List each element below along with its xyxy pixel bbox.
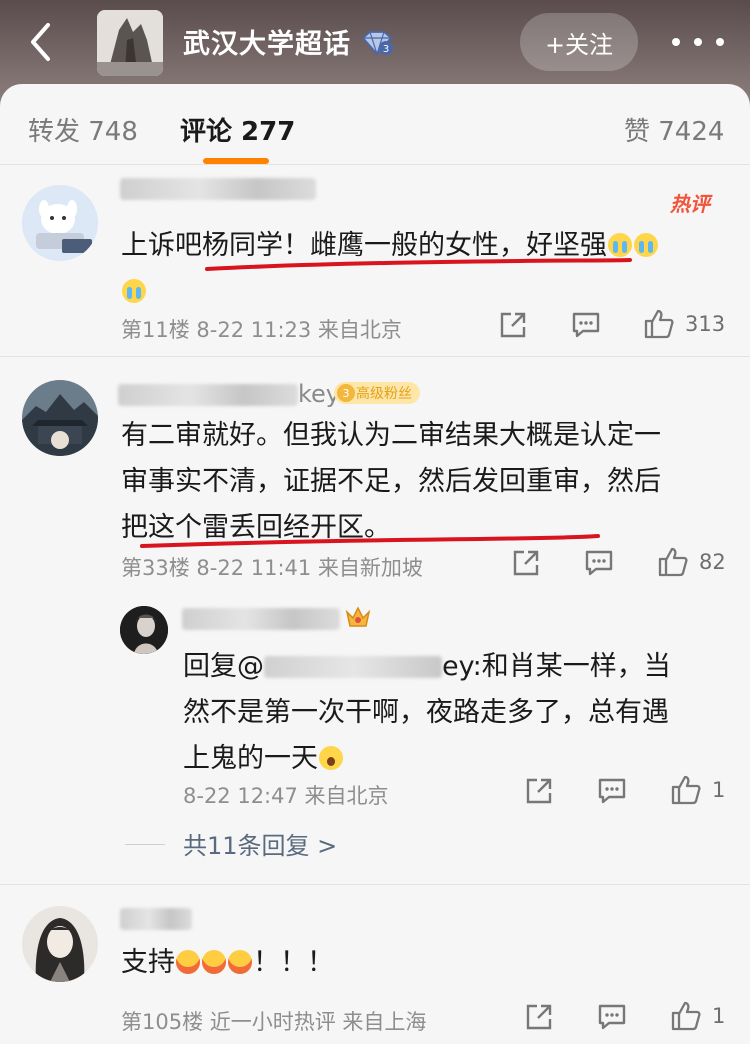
share-icon[interactable] bbox=[511, 548, 541, 578]
username-redacted[interactable] bbox=[120, 908, 192, 930]
tab-reposts[interactable]: 转发 748 bbox=[28, 111, 138, 148]
replies-divider-dash bbox=[125, 844, 165, 845]
like-count: 1 bbox=[712, 1004, 726, 1028]
username-redacted[interactable] bbox=[182, 608, 340, 630]
like-count: 313 bbox=[685, 312, 726, 336]
divider bbox=[0, 164, 750, 165]
thumbs-up-icon bbox=[671, 775, 701, 805]
crown-badge-icon bbox=[344, 604, 372, 630]
mention-redacted[interactable] bbox=[264, 656, 442, 678]
comment-text: 上诉吧杨同学！雌鹰一般的女性，好坚强 bbox=[121, 223, 721, 315]
thumbs-up-icon bbox=[644, 309, 674, 339]
tab-bar: 转发 748 评论 277 赞 7424 bbox=[0, 84, 750, 164]
tab-comments[interactable]: 评论 277 bbox=[180, 111, 295, 148]
share-icon[interactable] bbox=[524, 1002, 554, 1032]
comment-icon[interactable] bbox=[597, 1003, 627, 1031]
reply-text-line: 然不是第一次干啊，夜路走多了，总有遇 bbox=[183, 697, 669, 728]
comment-meta: 第105楼 近一小时热评 来自上海 bbox=[121, 1010, 427, 1034]
share-icon[interactable] bbox=[524, 776, 554, 806]
crying-emoji-icon bbox=[608, 233, 632, 257]
like-button[interactable]: 1 bbox=[670, 1000, 725, 1032]
comment-text-line: 上诉吧杨同学！雌鹰一般的女性，好坚强 bbox=[121, 230, 607, 261]
reply-text: 回复@ ey:和肖某一样，当 然不是第一次干啊，夜路走多了，总有遇 上鬼的一天 bbox=[183, 644, 731, 782]
crying-emoji-icon bbox=[122, 279, 146, 303]
like-button[interactable]: 313 bbox=[643, 308, 725, 340]
like-count: 82 bbox=[699, 550, 726, 574]
vip-diamond-icon: 3 bbox=[360, 30, 394, 56]
reply-text-segment: :和肖某一样，当 bbox=[472, 651, 671, 682]
avatar[interactable] bbox=[120, 606, 168, 654]
comment-text-segment: 支持 bbox=[121, 947, 175, 978]
more-options-icon[interactable] bbox=[672, 22, 724, 62]
fan-badge-label: 高级粉丝 bbox=[356, 386, 412, 402]
mention-tail: ey bbox=[442, 651, 473, 682]
comment-meta: 第33楼 8-22 11:41 来自新加坡 bbox=[121, 556, 423, 580]
like-button[interactable]: 82 bbox=[657, 546, 726, 578]
scared-emoji-icon bbox=[319, 746, 343, 770]
thumbs-up-icon bbox=[658, 547, 688, 577]
username-redacted[interactable] bbox=[118, 384, 298, 406]
comments-panel: 转发 748 评论 277 赞 7424 热评 上诉吧杨同学！雌鹰一般的女性，好… bbox=[0, 84, 750, 1044]
svg-text:3: 3 bbox=[383, 44, 389, 55]
fan-level-badge: 3 高级粉丝 bbox=[334, 382, 420, 404]
avatar[interactable] bbox=[22, 906, 98, 982]
avatar[interactable] bbox=[22, 185, 98, 261]
strong-emoji-icon bbox=[176, 950, 200, 974]
username-redacted[interactable] bbox=[120, 178, 316, 200]
fan-level-number: 3 bbox=[337, 384, 355, 402]
comment-text-line: 有二审就好。但我认为二审结果大概是认定一 bbox=[121, 420, 661, 451]
thumbs-up-icon bbox=[671, 1001, 701, 1031]
reply-text-segment: 上鬼的一天 bbox=[183, 743, 318, 774]
topic-title: 武汉大学超话 bbox=[183, 29, 351, 60]
tab-likes[interactable]: 赞 7424 bbox=[624, 111, 724, 148]
strong-emoji-icon bbox=[202, 950, 226, 974]
chevron-left-icon bbox=[31, 23, 50, 61]
crying-emoji-icon bbox=[634, 233, 658, 257]
share-icon[interactable] bbox=[498, 310, 528, 340]
hot-comment-tag: 热评 bbox=[670, 192, 710, 216]
reply-meta: 8-22 12:47 来自北京 bbox=[183, 784, 389, 808]
reply-mention-prefix: 回复@ bbox=[183, 651, 264, 682]
comment-text-line: 把这个雷丢回经开区。 bbox=[121, 512, 391, 543]
comment-text-segment: ！！！ bbox=[253, 947, 334, 978]
back-button[interactable] bbox=[20, 20, 60, 64]
divider bbox=[0, 884, 750, 885]
comment-icon[interactable] bbox=[584, 549, 614, 577]
avatar[interactable] bbox=[22, 380, 98, 456]
like-count: 1 bbox=[712, 778, 726, 802]
comment-icon[interactable] bbox=[571, 311, 601, 339]
comment-text-line: 审事实不清，证据不足，然后发回重审，然后 bbox=[121, 466, 661, 497]
topic-avatar[interactable] bbox=[97, 10, 163, 76]
strong-emoji-icon bbox=[228, 950, 252, 974]
view-replies-link[interactable]: 共11条回复 > bbox=[183, 826, 337, 861]
comment-icon[interactable] bbox=[597, 777, 627, 805]
reply-text-line: 上鬼的一天 bbox=[183, 736, 731, 782]
follow-button[interactable]: +关注 bbox=[520, 13, 638, 71]
like-button[interactable]: 1 bbox=[670, 774, 725, 806]
divider bbox=[0, 356, 750, 357]
reply-text-line: 回复@ ey:和肖某一样，当 bbox=[183, 644, 731, 690]
comment-text: 有二审就好。但我认为二审结果大概是认定一 审事实不清，证据不足，然后发回重审，然… bbox=[121, 413, 731, 551]
comment-text: 支持 ！！！ bbox=[121, 940, 621, 986]
comment-meta: 第11楼 8-22 11:23 来自北京 bbox=[121, 318, 402, 342]
